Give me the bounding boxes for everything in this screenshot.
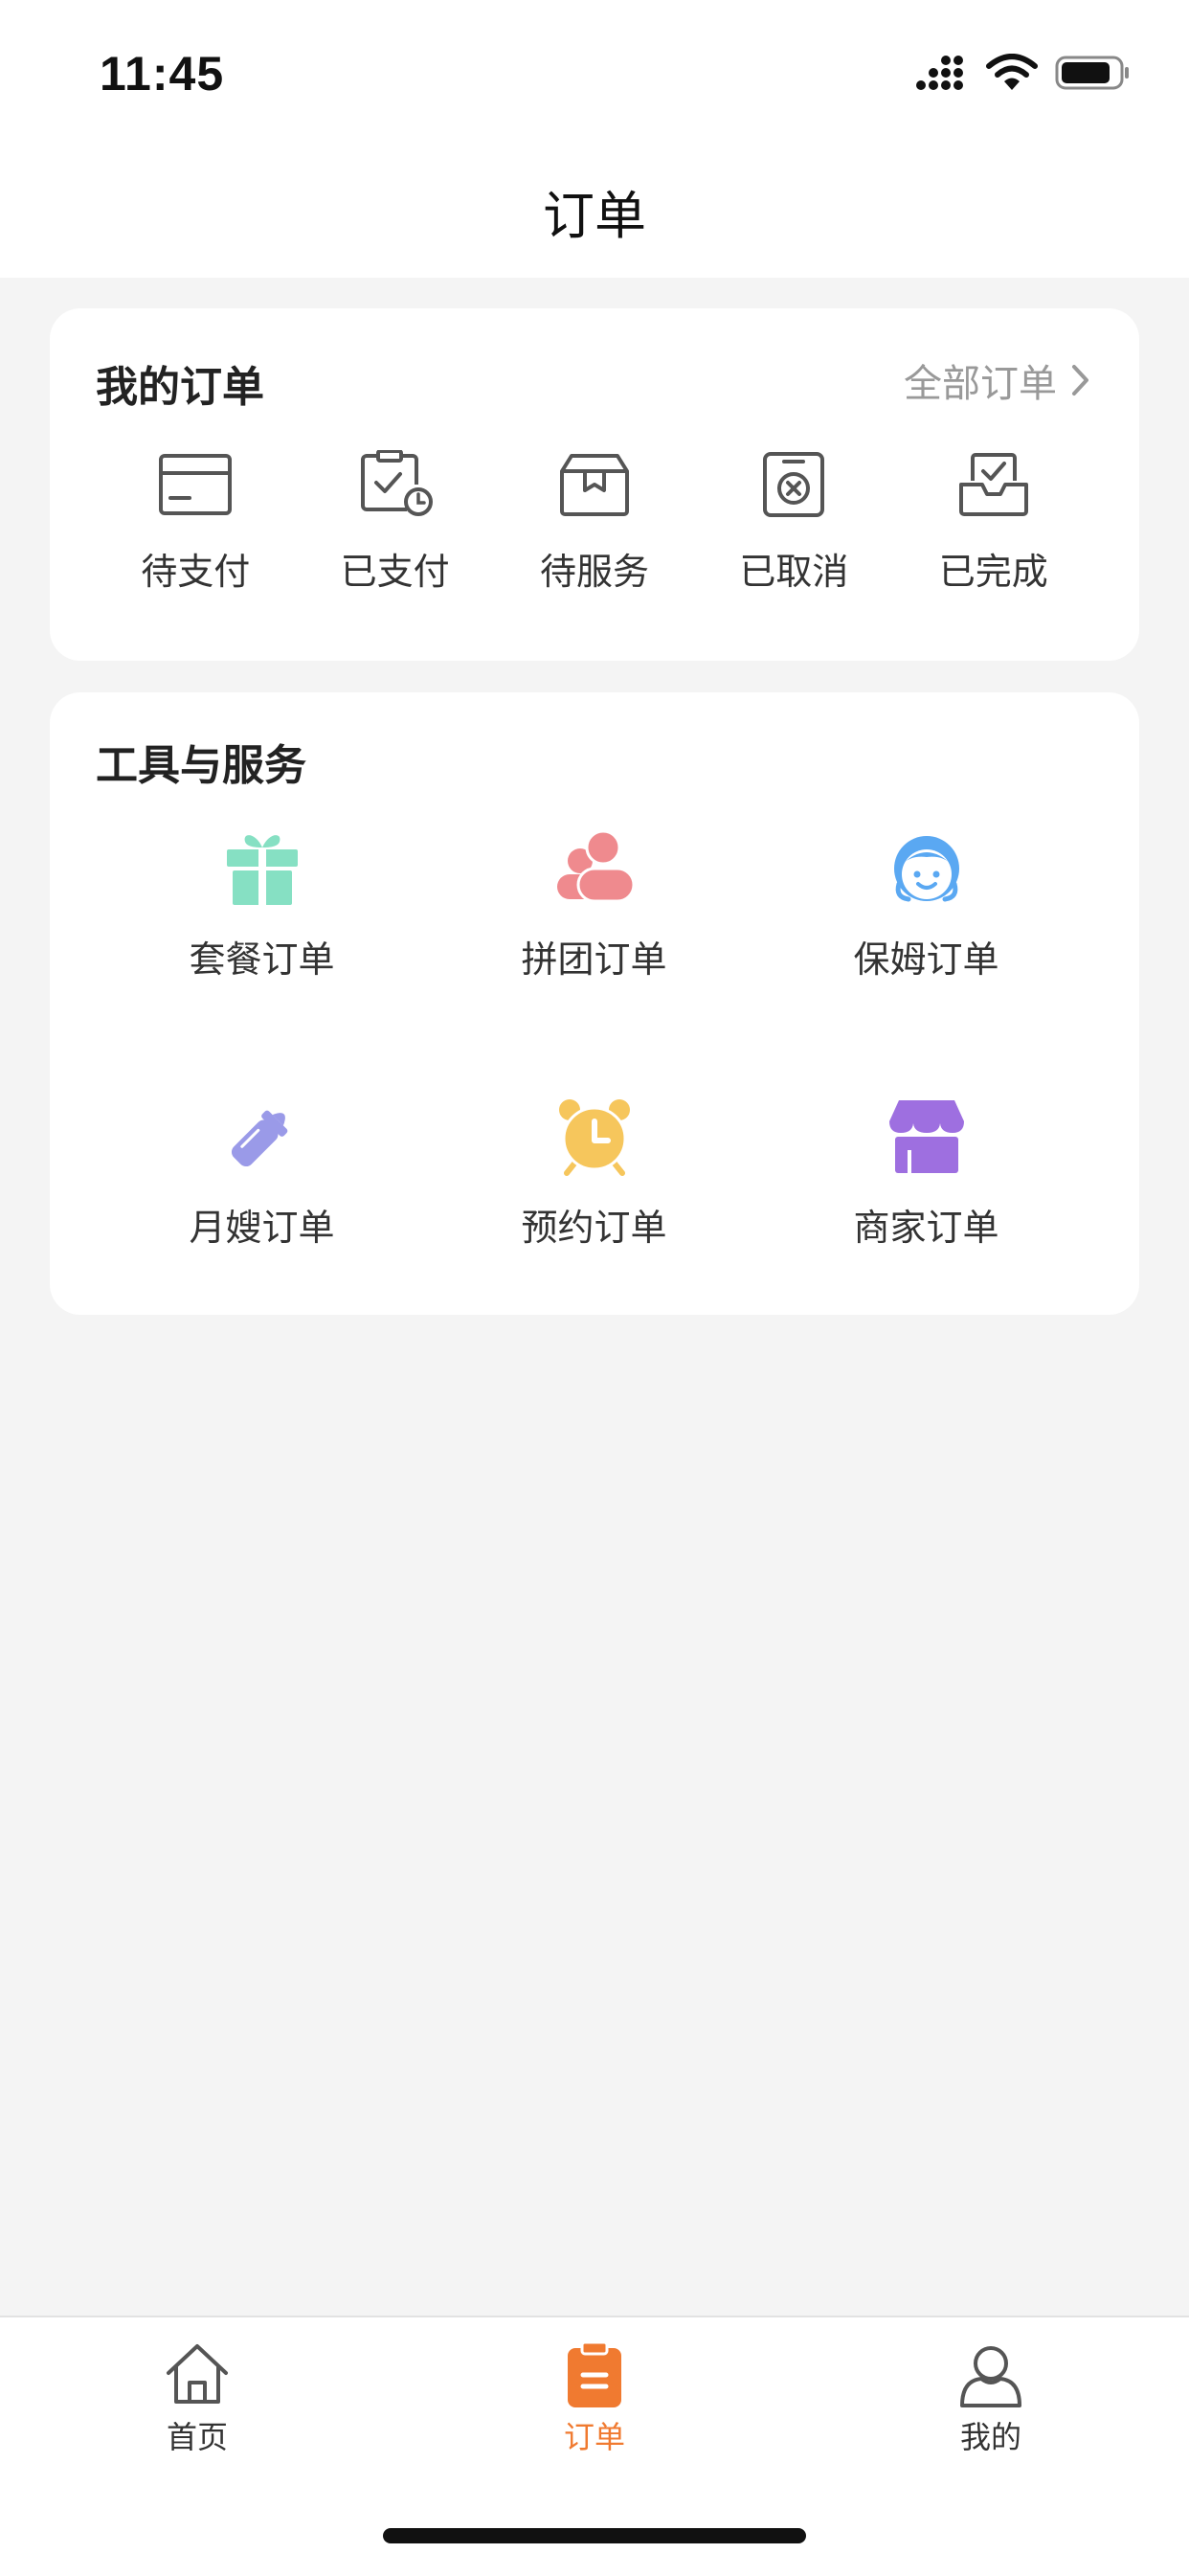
tab-mine-label: 我的 <box>959 2419 1021 2455</box>
order-status-label: 已取消 <box>739 551 849 593</box>
inbox-check-icon <box>958 453 1028 516</box>
tab-mine[interactable]: 我的 <box>895 2340 1087 2457</box>
all-orders-link[interactable]: 全部订单 <box>904 352 1091 408</box>
clipboard-clock-icon <box>360 450 433 516</box>
tool-package-orders[interactable]: 套餐订单 <box>96 826 428 1095</box>
tools-services-title: 工具与服务 <box>96 741 306 790</box>
order-status-completed[interactable]: 已完成 <box>894 450 1093 595</box>
tool-appointment-orders[interactable]: 预约订单 <box>428 1095 760 1363</box>
tool-nanny-orders[interactable]: 保姆订单 <box>760 826 1092 1095</box>
home-indicator <box>383 2528 806 2543</box>
status-bar: 11:45 <box>0 0 1189 144</box>
group-icon <box>556 829 635 903</box>
tool-label: 月嫂订单 <box>189 1207 335 1249</box>
order-status-label: 待支付 <box>141 551 251 593</box>
order-status-cancelled[interactable]: 已取消 <box>694 450 893 595</box>
tab-home-label: 首页 <box>166 2419 228 2455</box>
order-status-pending-service[interactable]: 待服务 <box>495 450 694 595</box>
user-icon <box>960 2346 1021 2407</box>
tools-grid: 套餐订单 拼团订单 保姆订单 月嫂订单 预约订单 商家订单 <box>96 826 1093 1363</box>
tool-label: 拼团订单 <box>521 938 667 981</box>
bottle-icon <box>231 1110 287 1167</box>
my-orders-card: 我的订单 全部订单 待支付 已支付 待服务 已取消 已完成 <box>50 308 1139 661</box>
chevron-right-icon <box>1072 365 1088 395</box>
order-status-label: 已完成 <box>938 551 1048 593</box>
order-status-pending-payment[interactable]: 待支付 <box>96 450 295 595</box>
gift-icon <box>226 835 298 905</box>
shop-icon <box>888 1100 964 1173</box>
signal-icon <box>916 56 963 90</box>
status-time: 11:45 <box>100 47 225 101</box>
tab-orders[interactable]: 订单 <box>499 2340 690 2457</box>
nanny-icon <box>893 836 959 902</box>
order-status-grid: 待支付 已支付 待服务 已取消 已完成 <box>50 450 1139 595</box>
page-title: 订单 <box>543 185 646 246</box>
tool-maternity-nurse-orders[interactable]: 月嫂订单 <box>96 1095 428 1363</box>
wifi-icon <box>986 54 1038 90</box>
order-status-label: 待服务 <box>539 551 649 593</box>
cancel-icon <box>763 452 825 517</box>
order-status-paid[interactable]: 已支付 <box>295 450 494 595</box>
nav-bar: 订单 <box>0 144 1189 278</box>
tool-group-buy-orders[interactable]: 拼团订单 <box>428 826 760 1095</box>
tools-services-card: 工具与服务 套餐订单 拼团订单 保姆订单 月嫂订单 预约订单 商家订单 <box>50 692 1139 1315</box>
battery-icon <box>1055 56 1129 90</box>
orders-icon <box>568 2340 621 2407</box>
alarm-clock-icon <box>558 1099 630 1176</box>
card-icon <box>159 454 233 515</box>
tool-label: 保姆订单 <box>853 938 999 981</box>
tool-label: 预约订单 <box>521 1207 667 1249</box>
all-orders-label: 全部订单 <box>904 362 1057 406</box>
tab-orders-label: 订单 <box>563 2419 625 2455</box>
tab-home[interactable]: 首页 <box>101 2340 293 2457</box>
home-icon <box>167 2344 228 2404</box>
status-icons <box>915 54 1132 92</box>
tool-label: 套餐订单 <box>189 938 335 981</box>
tool-label: 商家订单 <box>853 1207 999 1249</box>
order-status-label: 已支付 <box>340 551 450 593</box>
my-orders-title: 我的订单 <box>96 363 264 412</box>
tool-merchant-orders[interactable]: 商家订单 <box>760 1095 1092 1363</box>
box-icon <box>559 454 629 516</box>
